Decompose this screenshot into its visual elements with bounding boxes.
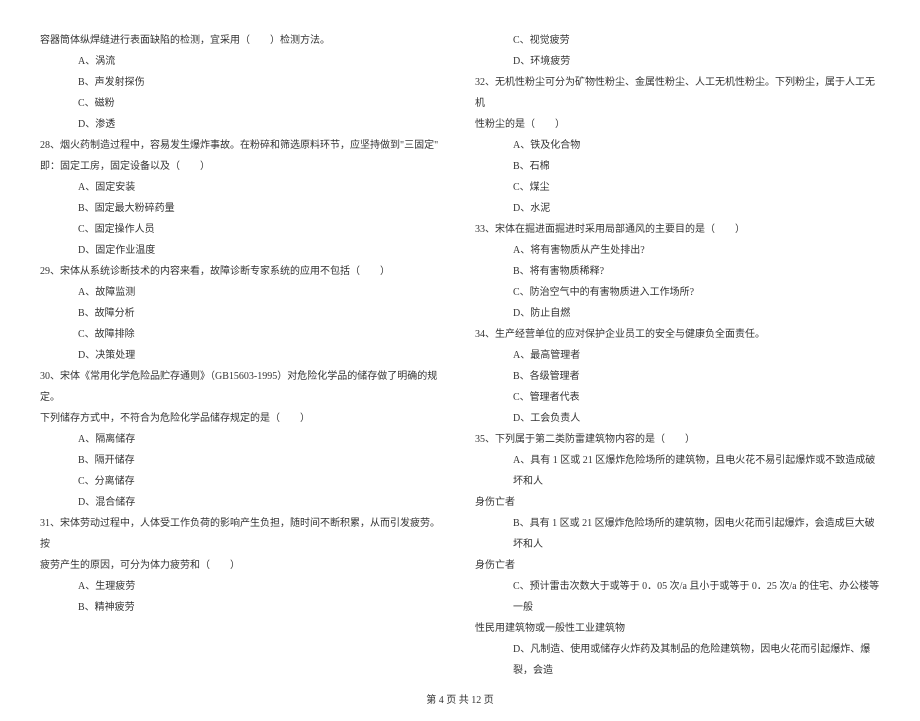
question-line: 容器筒体纵焊缝进行表面缺陷的检测，宜采用（ ）检测方法。 xyxy=(40,30,445,51)
option-line: D、渗透 xyxy=(40,114,445,135)
option-line: A、将有害物质从产生处排出? xyxy=(475,240,880,261)
option-line: A、最高管理者 xyxy=(475,345,880,366)
option-line: B、隔开储存 xyxy=(40,450,445,471)
option-line: C、固定操作人员 xyxy=(40,219,445,240)
option-line: B、具有 1 区或 21 区爆炸危险场所的建筑物，因电火花而引起爆炸，会造成巨大… xyxy=(475,513,880,555)
question-line: 33、宋体在掘进面掘进时采用局部通风的主要目的是（ ） xyxy=(475,219,880,240)
option-line: C、磁粉 xyxy=(40,93,445,114)
option-line: A、隔离储存 xyxy=(40,429,445,450)
question-line: 31、宋体劳动过程中，人体受工作负荷的影响产生负担，随时间不断积累，从而引发疲劳… xyxy=(40,513,445,555)
option-line: C、预计雷击次数大于或等于 0．05 次/a 且小于或等于 0．25 次/a 的… xyxy=(475,576,880,618)
option-line: D、工会负责人 xyxy=(475,408,880,429)
option-line: A、固定安装 xyxy=(40,177,445,198)
option-line: A、涡流 xyxy=(40,51,445,72)
option-line: C、管理者代表 xyxy=(475,387,880,408)
option-line: D、环境疲劳 xyxy=(475,51,880,72)
question-line: 30、宋体《常用化学危险品贮存通则》（GB15603-1995）对危险化学品的储… xyxy=(40,366,445,408)
option-line: B、石棉 xyxy=(475,156,880,177)
option-line: D、凡制造、使用或储存火炸药及其制品的危险建筑物，因电火花而引起爆炸、爆裂，会造 xyxy=(475,639,880,681)
question-line: 28、烟火药制造过程中，容易发生爆炸事故。在粉碎和筛选原料环节，应坚持做到"三固… xyxy=(40,135,445,156)
option-line: B、将有害物质稀释? xyxy=(475,261,880,282)
option-line: C、煤尘 xyxy=(475,177,880,198)
left-column: 容器筒体纵焊缝进行表面缺陷的检测，宜采用（ ）检测方法。A、涡流B、声发射探伤C… xyxy=(40,30,445,681)
page-content: 容器筒体纵焊缝进行表面缺陷的检测，宜采用（ ）检测方法。A、涡流B、声发射探伤C… xyxy=(0,0,920,691)
option-line: B、各级管理者 xyxy=(475,366,880,387)
question-line: 29、宋体从系统诊断技术的内容来看，故障诊断专家系统的应用不包括（ ） xyxy=(40,261,445,282)
option-line: B、固定最大粉碎药量 xyxy=(40,198,445,219)
question-line: 34、生产经营单位的应对保护企业员工的安全与健康负全面责任。 xyxy=(475,324,880,345)
question-line: 身伤亡者 xyxy=(475,492,880,513)
option-line: A、故障监测 xyxy=(40,282,445,303)
question-line: 性民用建筑物或一般性工业建筑物 xyxy=(475,618,880,639)
option-line: D、固定作业温度 xyxy=(40,240,445,261)
option-line: C、视觉疲劳 xyxy=(475,30,880,51)
option-line: B、精神疲劳 xyxy=(40,597,445,618)
option-line: C、分离储存 xyxy=(40,471,445,492)
option-line: D、水泥 xyxy=(475,198,880,219)
option-line: D、决策处理 xyxy=(40,345,445,366)
option-line: C、防治空气中的有害物质进入工作场所? xyxy=(475,282,880,303)
option-line: B、故障分析 xyxy=(40,303,445,324)
option-line: D、防止自燃 xyxy=(475,303,880,324)
question-line: 下列储存方式中，不符合为危险化学品储存规定的是（ ） xyxy=(40,408,445,429)
option-line: A、铁及化合物 xyxy=(475,135,880,156)
question-line: 性粉尘的是（ ） xyxy=(475,114,880,135)
question-line: 35、下列属于第二类防雷建筑物内容的是（ ） xyxy=(475,429,880,450)
option-line: A、具有 1 区或 21 区爆炸危险场所的建筑物，且电火花不易引起爆炸或不致造成… xyxy=(475,450,880,492)
question-line: 32、无机性粉尘可分为矿物性粉尘、金属性粉尘、人工无机性粉尘。下列粉尘，属于人工… xyxy=(475,72,880,114)
page-footer: 第 4 页 共 12 页 xyxy=(0,691,920,721)
question-line: 即：固定工房，固定设备以及（ ） xyxy=(40,156,445,177)
option-line: D、混合储存 xyxy=(40,492,445,513)
option-line: A、生理疲劳 xyxy=(40,576,445,597)
right-column: C、视觉疲劳D、环境疲劳32、无机性粉尘可分为矿物性粉尘、金属性粉尘、人工无机性… xyxy=(475,30,880,681)
question-line: 身伤亡者 xyxy=(475,555,880,576)
option-line: C、故障排除 xyxy=(40,324,445,345)
question-line: 疲劳产生的原因，可分为体力疲劳和（ ） xyxy=(40,555,445,576)
option-line: B、声发射探伤 xyxy=(40,72,445,93)
